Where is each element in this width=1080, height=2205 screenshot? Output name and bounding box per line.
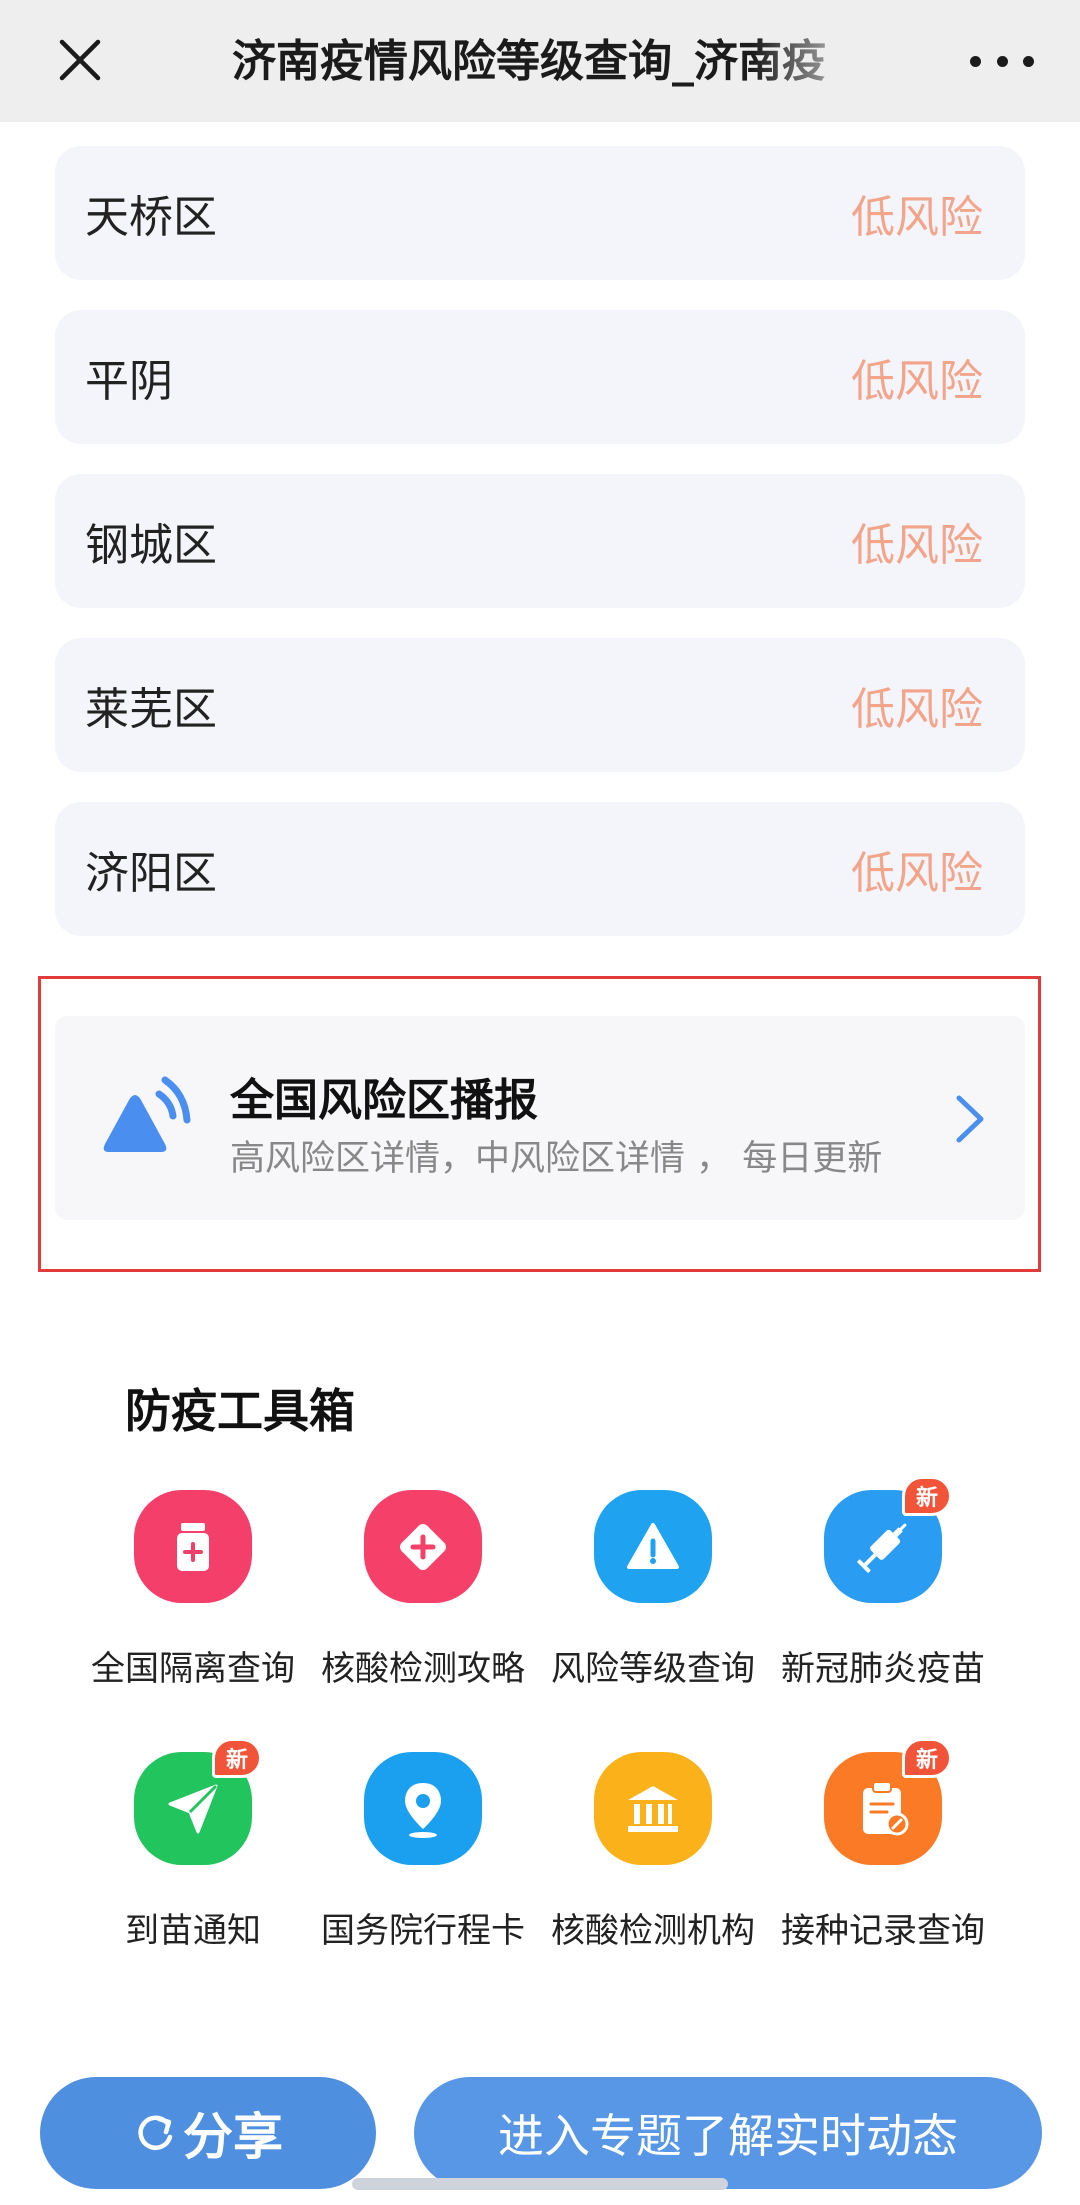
new-badge: 新 bbox=[212, 1738, 262, 1778]
location-pin-icon bbox=[405, 1782, 441, 1838]
share-label: 分享 bbox=[183, 2108, 283, 2166]
risk-level: 低风险 bbox=[851, 684, 983, 735]
top-nav-bar: 济南疫情风险等级查询_济南疫 bbox=[0, 0, 1080, 122]
tool-label: 到苗通知 bbox=[125, 1911, 261, 1951]
district-name: 平阴 bbox=[85, 356, 173, 407]
tool-covid-vaccine[interactable]: 新 新冠肺炎疫苗 bbox=[768, 1476, 998, 1690]
tool-nucleic-institution[interactable]: 核酸检测机构 bbox=[538, 1752, 768, 1952]
tool-label: 新冠肺炎疫苗 bbox=[781, 1649, 985, 1689]
tool-icon-bg bbox=[594, 1752, 712, 1865]
syringe-icon bbox=[857, 1523, 907, 1573]
district-row[interactable]: 钢城区 低风险 bbox=[55, 474, 1025, 608]
warning-icon bbox=[627, 1522, 679, 1569]
risk-broadcast-card[interactable]: 全国风险区播报 高风险区详情，中风险区详情 ， 每日更新 bbox=[55, 1016, 1025, 1220]
broadcast-title: 全国风险区播报 bbox=[230, 1075, 538, 1126]
new-badge: 新 bbox=[902, 1476, 952, 1516]
tool-label: 核酸检测机构 bbox=[551, 1911, 755, 1951]
enter-topic-button[interactable]: 进入专题了解实时动态 bbox=[414, 2077, 1042, 2189]
risk-level: 低风险 bbox=[851, 192, 983, 243]
tool-nucleic-guide[interactable]: 核酸检测攻略 bbox=[308, 1490, 538, 1690]
tool-icon-bg bbox=[134, 1490, 252, 1603]
share-icon bbox=[138, 2115, 173, 2151]
risk-level: 低风险 bbox=[851, 848, 983, 899]
enter-topic-label: 进入专题了解实时动态 bbox=[498, 2109, 958, 2163]
tool-label: 全国隔离查询 bbox=[91, 1649, 295, 1689]
tool-label: 核酸检测攻略 bbox=[321, 1649, 525, 1689]
tool-icon-bg bbox=[364, 1490, 482, 1603]
district-name: 济阳区 bbox=[85, 848, 217, 899]
close-button[interactable] bbox=[50, 30, 110, 90]
district-row[interactable]: 平阴 低风险 bbox=[55, 310, 1025, 444]
district-row[interactable]: 莱芜区 低风险 bbox=[55, 638, 1025, 772]
diamond-plus-icon bbox=[400, 1523, 446, 1570]
more-button[interactable] bbox=[970, 38, 1034, 84]
tool-icon-bg: 新 bbox=[824, 1738, 952, 1865]
district-name: 莱芜区 bbox=[85, 684, 217, 735]
tool-vaccination-record[interactable]: 新 接种记录查询 bbox=[768, 1738, 998, 1952]
tool-icon-bg bbox=[364, 1752, 482, 1865]
more-icon bbox=[970, 55, 981, 67]
share-button[interactable]: 分享 bbox=[40, 2077, 376, 2189]
tool-icon-bg: 新 bbox=[134, 1738, 262, 1865]
district-list: 天桥区 低风险 平阴 低风险 钢城区 低风险 莱芜区 低风险 济阳区 低风险 bbox=[55, 146, 1025, 966]
medicine-bottle-icon bbox=[177, 1522, 209, 1571]
tool-label: 风险等级查询 bbox=[551, 1649, 755, 1689]
institution-icon bbox=[628, 1785, 678, 1832]
tool-icon-bg bbox=[594, 1490, 712, 1603]
risk-level: 低风险 bbox=[851, 520, 983, 571]
toolbox-title: 防疫工具箱 bbox=[125, 1384, 355, 1438]
page-title: 济南疫情风险等级查询_济南疫 bbox=[232, 36, 826, 87]
district-row[interactable]: 天桥区 低风险 bbox=[55, 146, 1025, 280]
broadcast-icon bbox=[103, 1076, 191, 1152]
tool-vaccine-notice[interactable]: 新 到苗通知 bbox=[78, 1738, 308, 1952]
district-name: 钢城区 bbox=[85, 520, 217, 571]
broadcast-subtitle: 高风险区详情，中风险区详情 ， 每日更新 bbox=[230, 1139, 883, 1179]
close-icon bbox=[59, 39, 101, 81]
district-name: 天桥区 bbox=[85, 192, 217, 243]
tool-label: 接种记录查询 bbox=[781, 1911, 985, 1951]
clipboard-icon bbox=[863, 1780, 909, 1835]
new-badge: 新 bbox=[902, 1738, 952, 1778]
tool-risk-level-query[interactable]: 风险等级查询 bbox=[538, 1490, 768, 1690]
risk-level: 低风险 bbox=[851, 356, 983, 407]
tool-quarantine-query[interactable]: 全国隔离查询 bbox=[78, 1490, 308, 1690]
tools-grid: 全国隔离查询 核酸检测攻略 风险等级查询 新 新冠肺炎疫苗 新 到苗通知 国务院… bbox=[78, 1476, 998, 1970]
send-icon bbox=[168, 1784, 218, 1833]
tool-label: 国务院行程卡 bbox=[321, 1911, 525, 1951]
chevron-right-icon bbox=[956, 1095, 984, 1143]
tool-icon-bg: 新 bbox=[824, 1476, 952, 1603]
home-indicator bbox=[352, 2178, 728, 2190]
tool-itinerary-card[interactable]: 国务院行程卡 bbox=[308, 1752, 538, 1952]
district-row[interactable]: 济阳区 低风险 bbox=[55, 802, 1025, 936]
